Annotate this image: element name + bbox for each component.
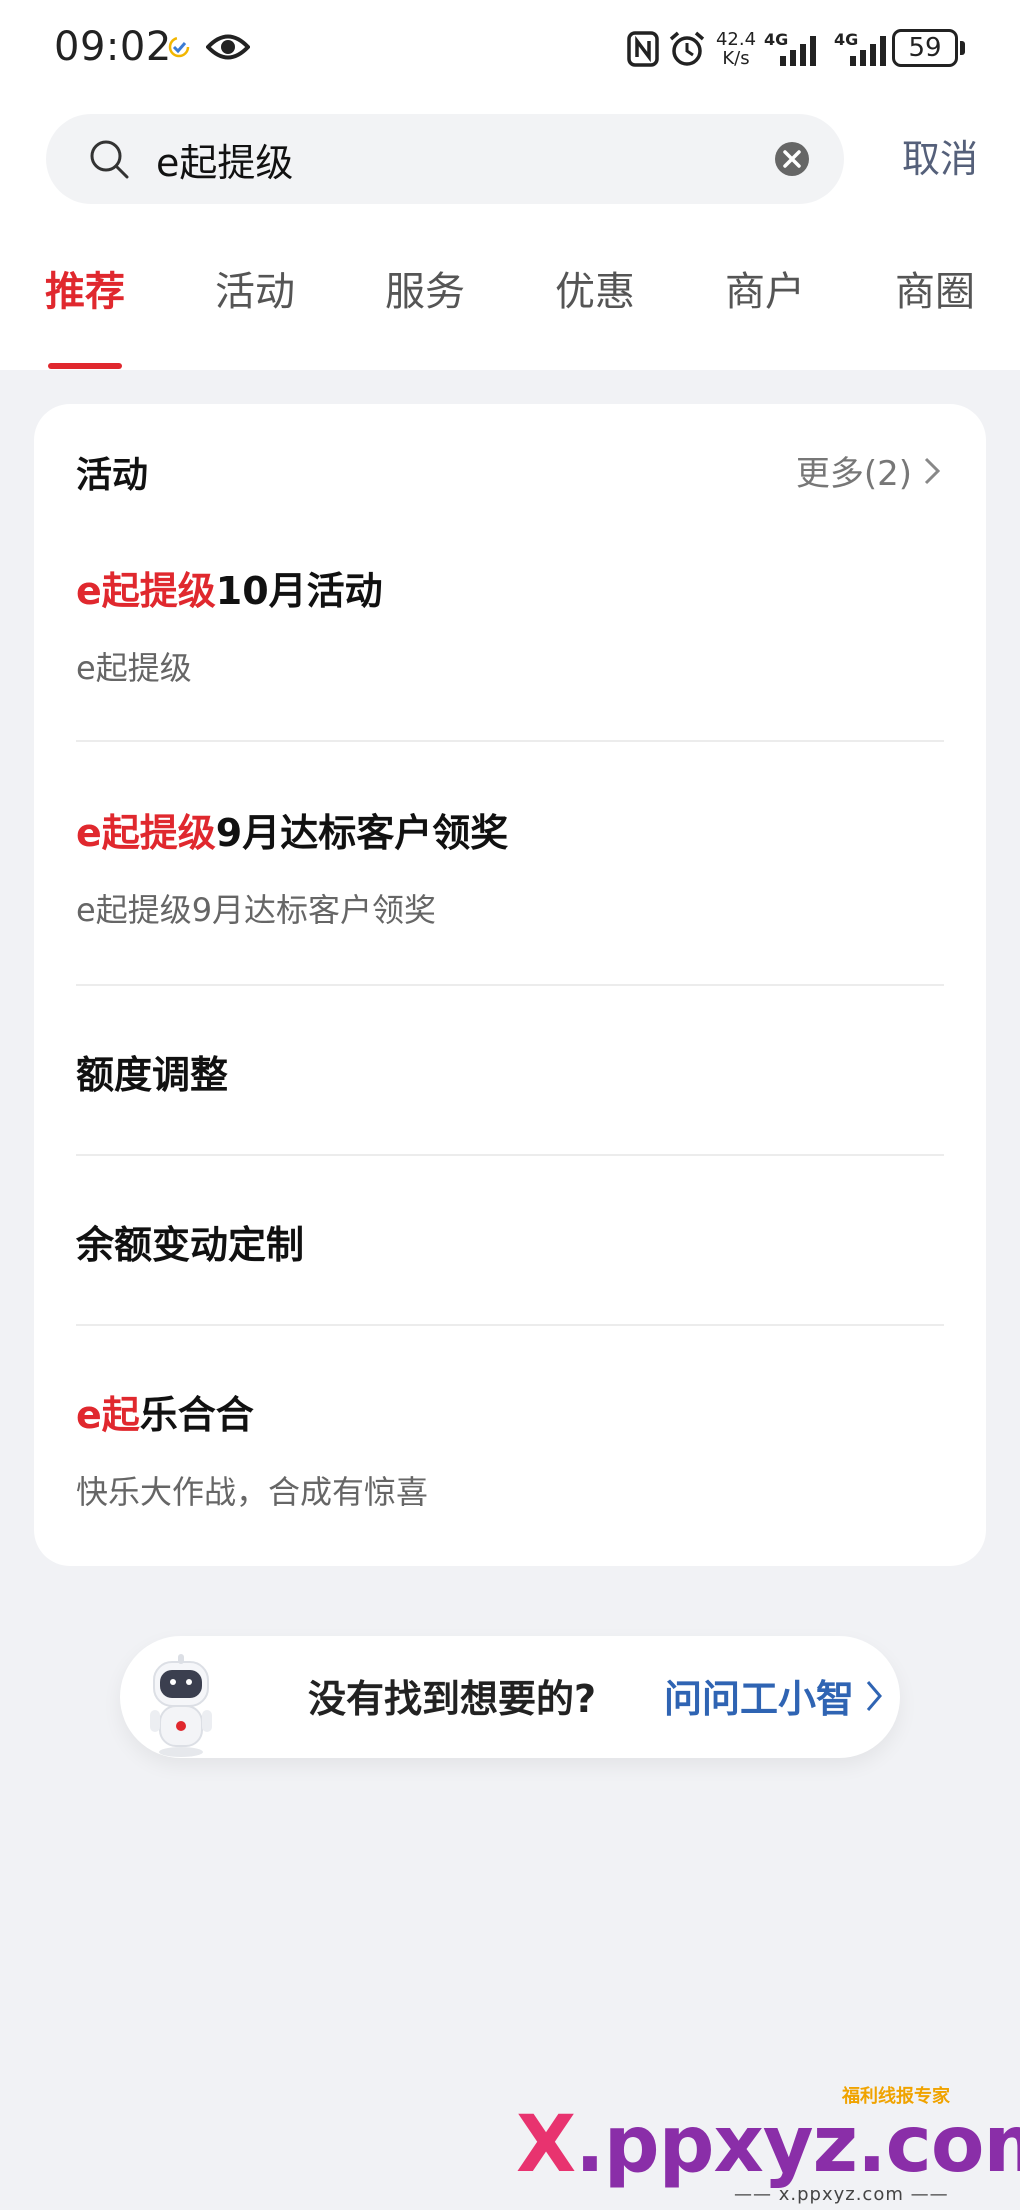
- result-title-highlight: e起提级: [76, 811, 216, 855]
- result-title-rest: 余额变动定制: [76, 1223, 305, 1267]
- clear-icon[interactable]: [772, 139, 812, 179]
- result-title-highlight: e起提级: [76, 569, 216, 613]
- signal-bars-icon: [780, 36, 816, 66]
- result-item[interactable]: e起提级10月活动 e起提级: [76, 560, 944, 689]
- watermark-logo: X.ppxyz.com: [516, 2100, 1020, 2190]
- result-title: 额度调整: [76, 1044, 944, 1099]
- chevron-right-icon: [924, 457, 941, 484]
- watermark-url: —— x.ppxyz.com ——: [734, 2184, 949, 2205]
- tab-bar: 推荐 活动 服务 优惠 商户 商圈: [0, 250, 1020, 370]
- search-icon: [90, 140, 129, 179]
- result-title-rest: 10月活动: [215, 569, 383, 613]
- robot-assistant-icon: [150, 1654, 212, 1757]
- tab-discount[interactable]: 优惠: [530, 262, 660, 322]
- results-card: 活动 更多(2) e起提级10月活动 e起提级 e起提级9月达标客户领奖 e起提…: [34, 404, 986, 1566]
- tab-service[interactable]: 服务: [360, 262, 490, 322]
- tab-active-indicator: [48, 363, 122, 369]
- section-title: 活动: [76, 455, 149, 496]
- chevron-right-icon: [866, 1681, 882, 1711]
- search-bar: [46, 114, 844, 204]
- result-title: e起提级9月达标客户领奖: [76, 802, 944, 857]
- result-item[interactable]: e起提级9月达标客户领奖 e起提级9月达标客户领奖: [76, 802, 944, 931]
- header-area: 09:02 42.4 K/s 4G 4G 59 e起提级 取消 推荐 活动 服务…: [0, 0, 1020, 370]
- result-title-rest: 乐合合: [139, 1393, 254, 1437]
- network-speed-value: 42.4: [715, 29, 757, 50]
- network-speed: 42.4 K/s: [714, 30, 758, 68]
- check-badge-icon: [168, 36, 190, 58]
- tab-business-district[interactable]: 商圈: [870, 262, 1000, 322]
- signal-bars-icon: [850, 36, 886, 66]
- ask-assistant-banner[interactable]: 没有找到想要的? 问问工小智: [120, 1636, 900, 1758]
- result-title-rest: 额度调整: [76, 1053, 229, 1097]
- ask-prompt: 没有找到想要的?: [308, 1677, 597, 1721]
- status-bar: 09:02 42.4 K/s 4G 4G 59: [0, 0, 1020, 100]
- watermark: 福利线报专家 X.ppxyz.com —— x.ppxyz.com ——: [516, 2080, 1020, 2205]
- divider: [76, 984, 944, 986]
- result-subtitle: 快乐大作战，合成有惊喜: [76, 1473, 429, 1511]
- divider: [76, 1154, 944, 1156]
- result-title-highlight: e起: [76, 1393, 140, 1437]
- signal-2: 4G: [832, 28, 896, 68]
- tab-merchant[interactable]: 商户: [700, 262, 830, 322]
- eye-icon: [206, 34, 250, 60]
- battery-indicator: 59: [892, 29, 958, 67]
- result-subtitle: e起提级9月达标客户领奖: [76, 891, 437, 929]
- result-title: e起乐合合: [76, 1384, 944, 1439]
- more-link[interactable]: 更多(2): [796, 446, 942, 495]
- more-label: 更多(2): [795, 454, 912, 494]
- battery-tip: [960, 41, 965, 55]
- ask-assistant-link[interactable]: 问问工小智: [664, 1668, 854, 1723]
- result-item[interactable]: e起乐合合 快乐大作战，合成有惊喜: [76, 1384, 944, 1513]
- search-input[interactable]: [156, 126, 756, 192]
- result-subtitle: e起提级: [76, 649, 192, 687]
- watermark-logo-x: X: [516, 2100, 576, 2190]
- tab-activity[interactable]: 活动: [190, 262, 320, 322]
- network-speed-unit: K/s: [722, 48, 750, 69]
- result-item[interactable]: 额度调整: [76, 1044, 944, 1099]
- status-time: 09:02: [54, 24, 172, 70]
- nfc-icon: [627, 31, 659, 67]
- signal-1: 4G: [762, 28, 826, 68]
- alarm-icon: [669, 31, 705, 66]
- result-title: 余额变动定制: [76, 1214, 944, 1269]
- divider: [76, 740, 944, 742]
- tab-recommend[interactable]: 推荐: [20, 262, 150, 322]
- watermark-logo-rest: .ppxyz.com: [575, 2100, 1020, 2190]
- result-title: e起提级10月活动: [76, 560, 944, 615]
- result-title-rest: 9月达标客户领奖: [215, 811, 509, 855]
- result-item[interactable]: 余额变动定制: [76, 1214, 944, 1269]
- divider: [76, 1324, 944, 1326]
- cancel-button[interactable]: 取消: [880, 132, 1000, 186]
